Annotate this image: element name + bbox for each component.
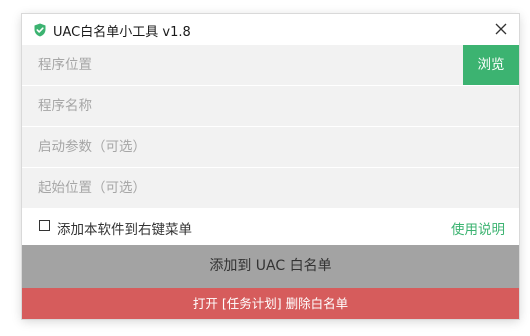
- window-title: UAC白名单小工具 v1.8: [53, 25, 191, 40]
- browse-button[interactable]: 浏览: [463, 45, 519, 85]
- program-name-row: [22, 86, 519, 126]
- context-menu-checkbox[interactable]: [39, 220, 50, 231]
- shield-check-icon: [34, 23, 46, 37]
- add-to-whitelist-button[interactable]: 添加到 UAC 白名单: [22, 245, 519, 288]
- close-icon[interactable]: [491, 19, 511, 39]
- start-dir-row: [22, 168, 519, 208]
- help-link[interactable]: 使用说明: [451, 218, 505, 238]
- options-row: 添加本软件到右键菜单 使用说明: [22, 209, 519, 245]
- program-path-input[interactable]: [22, 45, 463, 85]
- open-task-scheduler-button[interactable]: 打开 [任务计划] 删除白名单: [22, 288, 519, 319]
- context-menu-label[interactable]: 添加本软件到右键菜单: [57, 218, 192, 238]
- title-bar: UAC白名单小工具 v1.8: [22, 14, 519, 45]
- launch-args-row: [22, 127, 519, 167]
- launch-args-input[interactable]: [22, 127, 519, 167]
- start-dir-input[interactable]: [22, 168, 519, 208]
- program-path-row: [22, 45, 519, 85]
- app-window: UAC白名单小工具 v1.8 浏览 添加本软件到右键菜单 使用说明 添加到 UA…: [22, 14, 519, 319]
- program-name-input[interactable]: [22, 86, 519, 126]
